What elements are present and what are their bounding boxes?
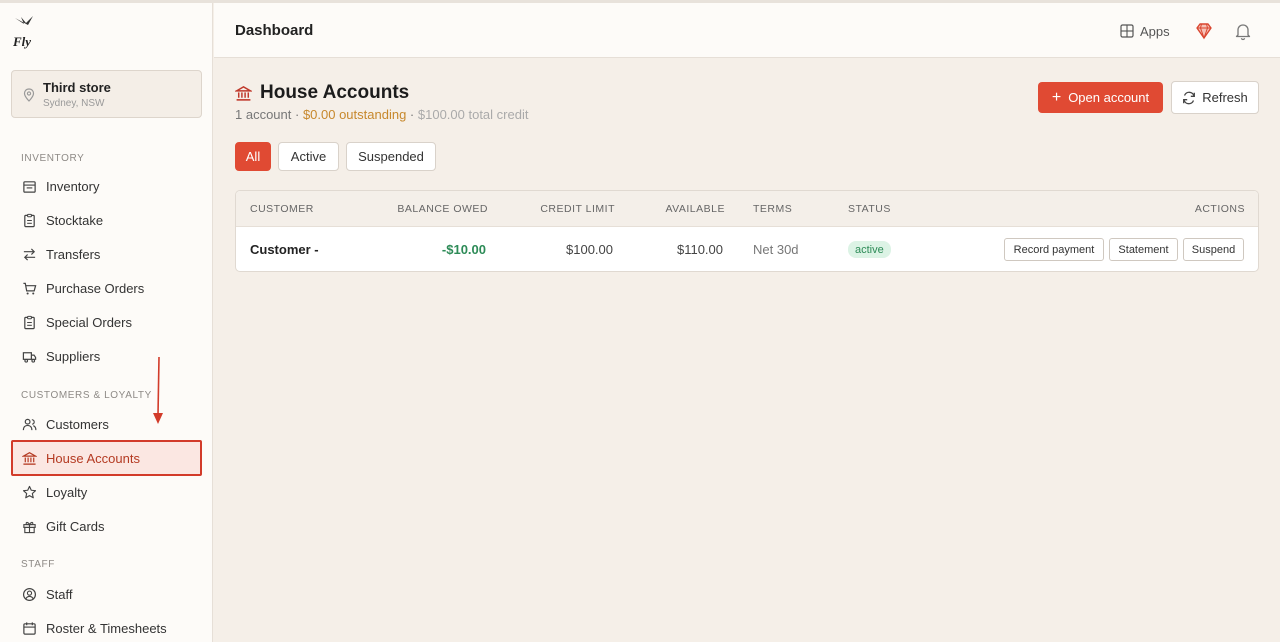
clipboard-icon: [21, 314, 37, 330]
suspend-button[interactable]: Suspend: [1183, 238, 1244, 261]
summary-separator: ·: [291, 107, 303, 122]
clipboard-icon: [21, 212, 37, 228]
refresh-button[interactable]: Refresh: [1171, 81, 1259, 114]
column-header-actions: ACTIONS: [1194, 203, 1245, 215]
account-count: 1 account: [235, 107, 292, 122]
gem-icon[interactable]: [1194, 21, 1214, 41]
sidebar-item-suppliers[interactable]: Suppliers: [11, 340, 202, 372]
sidebar-item-label: Gift Cards: [46, 518, 105, 534]
customer-name: Customer -: [250, 242, 319, 257]
sidebar-item-special-orders[interactable]: Special Orders: [11, 306, 202, 338]
column-header-customer: CUSTOMER: [250, 203, 314, 215]
sidebar-item-label: Inventory: [46, 178, 100, 194]
status-badge: active: [848, 241, 891, 258]
filter-all[interactable]: All: [235, 142, 271, 171]
refresh-label: Refresh: [1202, 90, 1248, 105]
record-payment-button[interactable]: Record payment: [1004, 238, 1104, 261]
sidebar-item-label: House Accounts: [46, 450, 140, 466]
total-credit: $100.00 total credit: [417, 107, 529, 122]
store-location: Sydney, NSW: [43, 98, 105, 109]
balance-owed: -$10.00: [441, 242, 486, 257]
column-header-credit-limit: CREDIT LIMIT: [540, 203, 615, 215]
house-accounts-table: CUSTOMER BALANCE OWED CREDIT LIMIT AVAIL…: [235, 190, 1259, 272]
star-icon: [21, 484, 37, 500]
apps-button[interactable]: Apps: [1120, 21, 1170, 41]
user-circle-icon: [21, 586, 37, 602]
sidebar-item-label: Loyalty: [46, 484, 88, 500]
outstanding-total: $0.00 outstanding: [302, 107, 407, 122]
apps-label: Apps: [1140, 23, 1170, 39]
top-header: Dashboard Apps: [214, 3, 1280, 58]
logo-text: Fly: [12, 34, 31, 49]
transfer-arrows-icon: [21, 246, 37, 262]
summary-separator: ·: [406, 107, 418, 122]
sidebar-item-stocktake[interactable]: Stocktake: [11, 204, 202, 236]
sidebar-item-label: Suppliers: [46, 348, 101, 364]
sidebar-item-label: Customers: [46, 416, 109, 432]
annotation-arrow-icon: [153, 356, 163, 424]
column-header-available: AVAILABLE: [665, 203, 725, 215]
available-credit: $110.00: [676, 242, 723, 257]
sidebar-item-transfers[interactable]: Transfers: [11, 238, 202, 270]
fly-logo[interactable]: Fly: [12, 15, 38, 49]
refresh-icon: [1183, 91, 1196, 104]
column-header-balance-owed: BALANCE OWED: [397, 203, 488, 215]
cart-icon: [21, 280, 37, 296]
payment-terms: Net 30d: [753, 242, 799, 257]
truck-icon: [21, 348, 37, 364]
sidebar-item-staff[interactable]: Staff: [11, 578, 202, 610]
page-header-title: Dashboard: [235, 22, 314, 39]
sidebar-item-house-accounts[interactable]: House Accounts: [11, 440, 202, 476]
section-label-inventory: INVENTORY: [21, 153, 85, 164]
open-account-label: Open account: [1068, 90, 1150, 105]
filter-suspended[interactable]: Suspended: [346, 142, 436, 171]
credit-limit: $100.00: [566, 242, 613, 257]
inventory-icon: [21, 178, 37, 194]
statement-button[interactable]: Statement: [1109, 238, 1178, 261]
plus-icon: +: [1051, 88, 1062, 106]
location-pin-icon: [23, 88, 35, 102]
sidebar-item-label: Stocktake: [46, 212, 104, 228]
sidebar-item-label: Special Orders: [46, 314, 132, 330]
bell-icon[interactable]: [1233, 21, 1253, 41]
accounts-summary: 1 account · $0.00 outstanding · $100.00 …: [235, 107, 528, 122]
sidebar-item-gift-cards[interactable]: Gift Cards: [11, 510, 202, 542]
sidebar-item-purchase-orders[interactable]: Purchase Orders: [11, 272, 202, 304]
column-header-terms: TERMS: [753, 203, 793, 215]
open-account-button[interactable]: + Open account: [1038, 82, 1163, 113]
sidebar-item-inventory[interactable]: Inventory: [11, 170, 202, 202]
filter-active[interactable]: Active: [278, 142, 339, 171]
bank-icon: [235, 85, 252, 101]
store-name: Third store: [43, 80, 111, 95]
grid-icon: [1120, 24, 1134, 38]
section-label-staff: STAFF: [21, 559, 55, 570]
calendar-icon: [21, 620, 37, 636]
column-header-status: STATUS: [848, 203, 891, 215]
sidebar-item-loyalty[interactable]: Loyalty: [11, 476, 202, 508]
sidebar-item-label: Staff: [46, 586, 73, 602]
sidebar-item-label: Roster & Timesheets: [46, 620, 167, 636]
gift-icon: [21, 518, 37, 534]
sidebar-item-customers[interactable]: Customers: [11, 408, 202, 440]
sidebar-item-label: Transfers: [46, 246, 101, 262]
sidebar-item-roster-timesheets[interactable]: Roster & Timesheets: [11, 612, 202, 642]
page-title: House Accounts: [260, 82, 410, 103]
section-label-customers-loyalty: CUSTOMERS & LOYALTY: [21, 390, 152, 401]
store-switcher[interactable]: Third store Sydney, NSW: [11, 70, 202, 118]
bank-icon: [21, 450, 37, 466]
users-icon: [21, 416, 37, 432]
page-title-block: House Accounts: [235, 82, 409, 104]
table-header: CUSTOMER BALANCE OWED CREDIT LIMIT AVAIL…: [236, 191, 1258, 227]
sidebar-item-label: Purchase Orders: [46, 280, 145, 296]
sidebar: Fly Third store Sydney, NSW INVENTORY In…: [0, 3, 213, 642]
